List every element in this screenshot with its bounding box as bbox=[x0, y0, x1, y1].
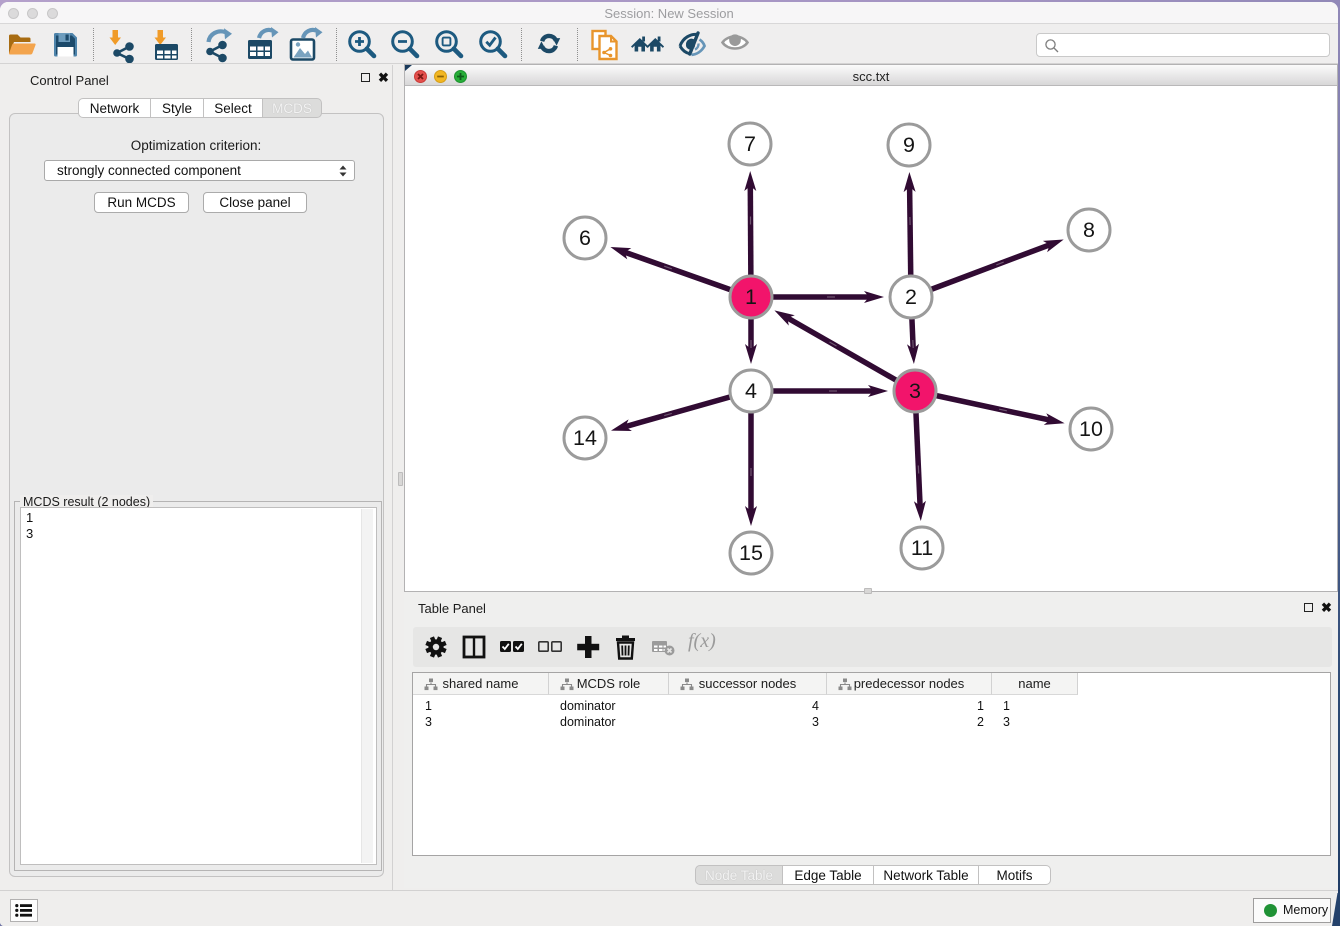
svg-text:6: 6 bbox=[579, 226, 591, 250]
svg-text:2: 2 bbox=[905, 285, 917, 309]
svg-text:9: 9 bbox=[903, 133, 915, 157]
svg-text:15: 15 bbox=[739, 541, 763, 565]
svg-text:14: 14 bbox=[573, 426, 597, 450]
svg-text:7: 7 bbox=[744, 132, 756, 156]
svg-text:4: 4 bbox=[745, 379, 757, 403]
svg-text:11: 11 bbox=[911, 536, 933, 560]
svg-text:8: 8 bbox=[1083, 218, 1095, 242]
svg-text:10: 10 bbox=[1079, 417, 1103, 441]
svg-text:1: 1 bbox=[745, 285, 757, 309]
svg-text:3: 3 bbox=[909, 379, 921, 403]
